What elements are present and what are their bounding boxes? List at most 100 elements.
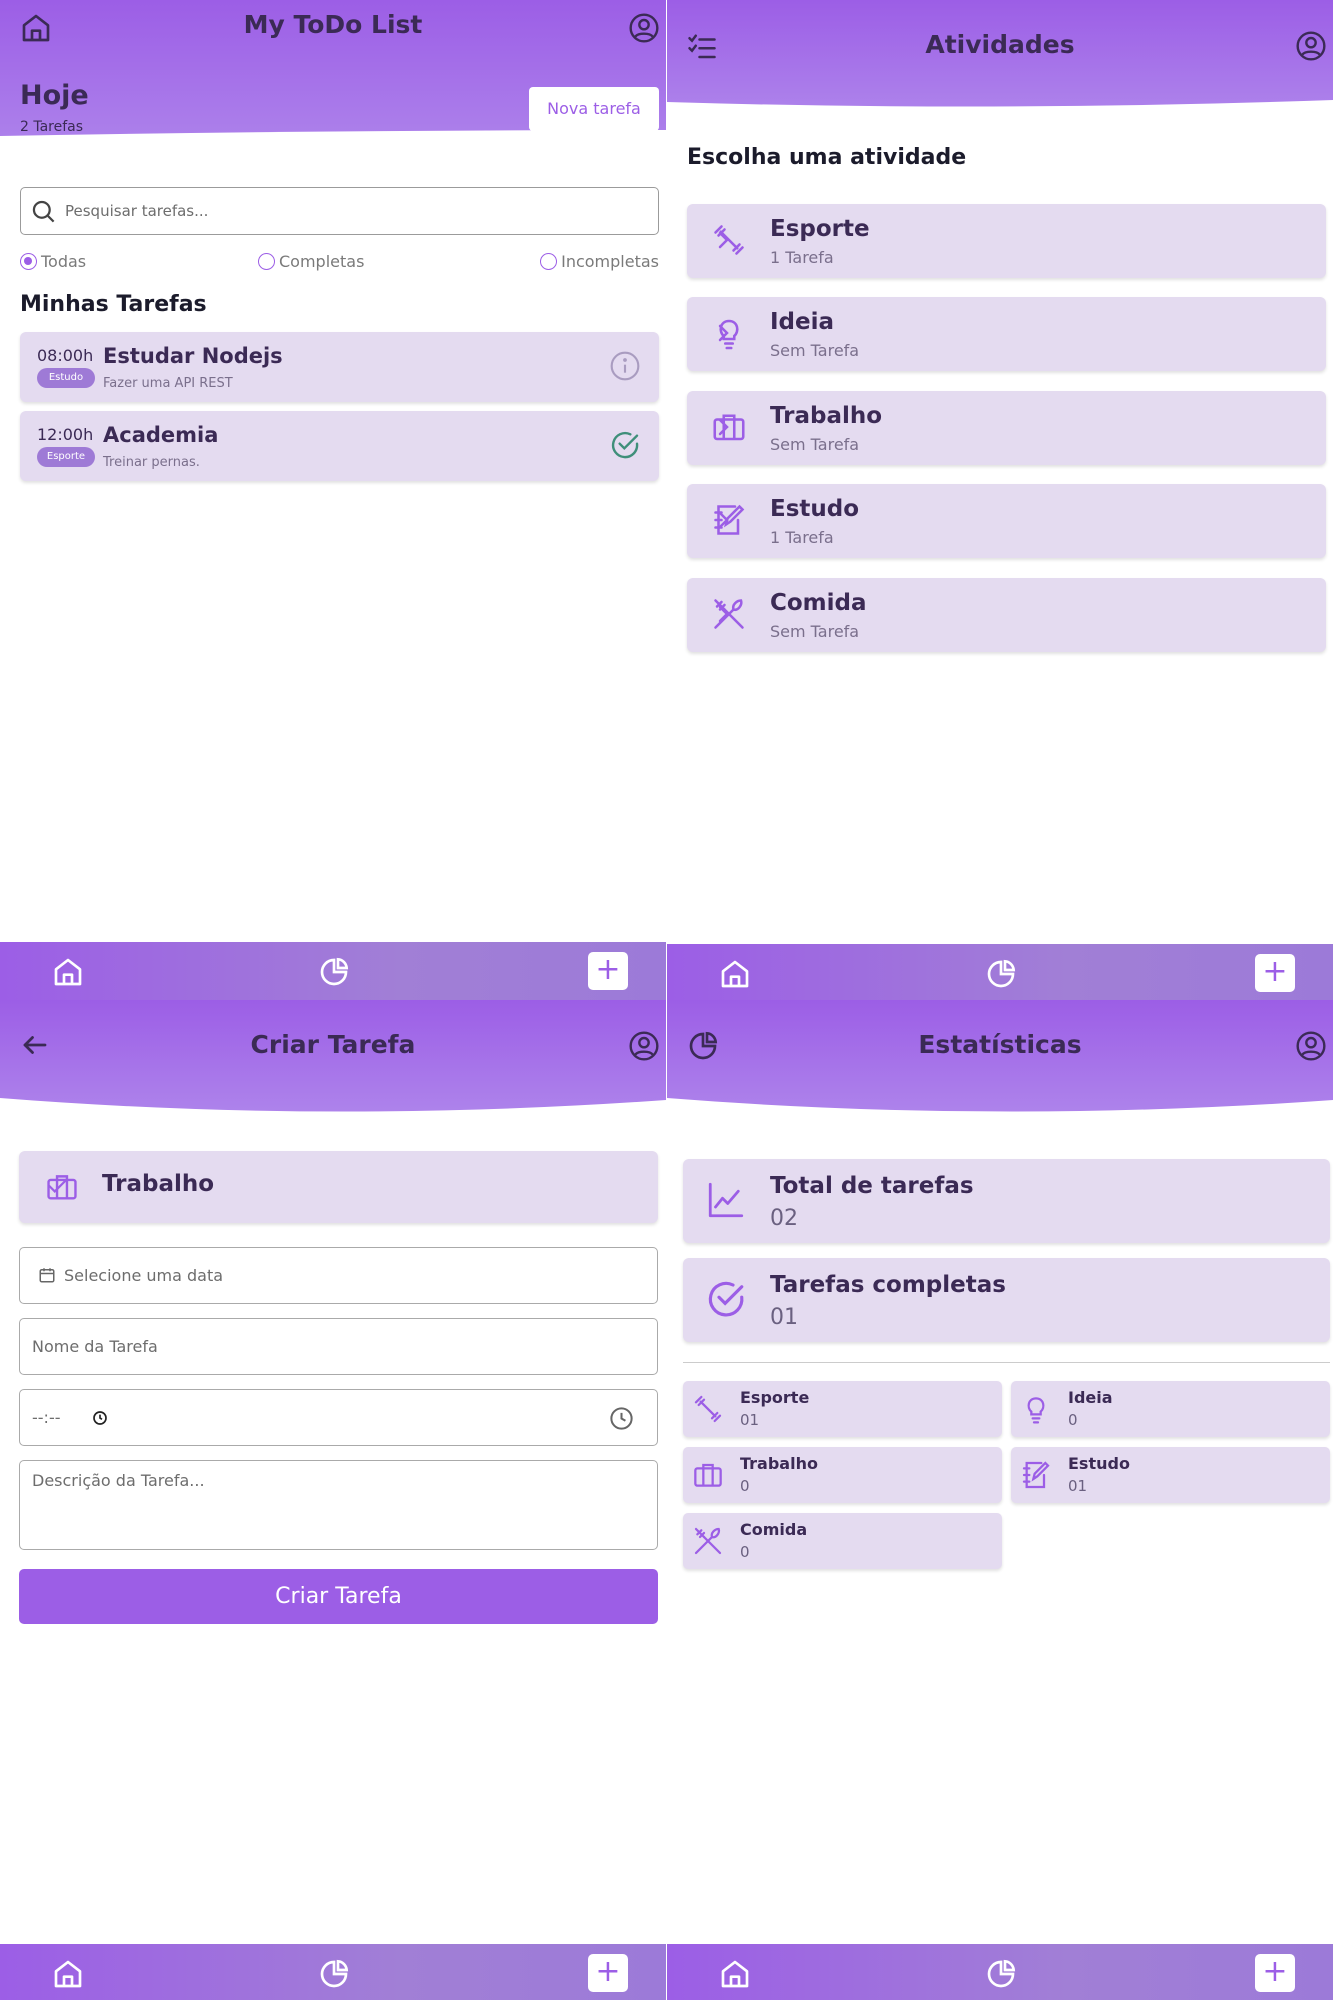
user-icon[interactable] [1295, 1030, 1327, 1062]
stat-category-estudo: Estudo 01 [1011, 1447, 1330, 1503]
chevron-right-icon [711, 321, 1310, 345]
category-value: 01 [1068, 1477, 1088, 1495]
home-screen: My ToDo List Hoje 2 Tarefas Nova tarefa … [0, 0, 666, 1000]
activity-item-comida[interactable]: Comida Sem Tarefa [687, 578, 1326, 652]
search-icon [30, 198, 57, 225]
app-title: My ToDo List [243, 10, 423, 39]
date-field[interactable] [19, 1247, 664, 1304]
header-wave [0, 130, 666, 170]
create-task-button[interactable]: Criar Tarefa [19, 1569, 658, 1624]
radio-selected[interactable] [20, 253, 37, 270]
nav-stats-icon[interactable] [318, 1958, 350, 1990]
selected-category[interactable]: Trabalho [19, 1151, 658, 1223]
check-circle-icon [705, 1278, 747, 1320]
task-name-field[interactable] [19, 1318, 658, 1375]
nav-home-icon[interactable] [719, 1958, 751, 1990]
date-input[interactable] [64, 1248, 664, 1303]
task-name-input[interactable] [32, 1319, 632, 1374]
completed-tasks-card: Tarefas completas 01 [683, 1258, 1330, 1342]
stats-header [667, 1000, 1333, 1128]
bottom-nav: + [0, 1944, 666, 2000]
briefcase-icon [692, 1459, 724, 1491]
create-task-screen: Criar Tarefa Trabalho Criar Tarefa + [0, 1000, 666, 2000]
dumbbell-icon [692, 1393, 724, 1425]
time-input[interactable] [32, 1390, 632, 1445]
utensils-icon [692, 1525, 724, 1557]
header-wave [667, 100, 1333, 128]
task-card[interactable]: 08:00h Estudo Estudar Nodejs Fazer uma A… [20, 332, 659, 402]
search-input[interactable] [65, 198, 625, 224]
filter-completed-label: Completas [279, 252, 365, 271]
activities-header [667, 0, 1333, 128]
filter-all[interactable]: Todas [20, 252, 86, 271]
completed-value: 01 [770, 1305, 798, 1330]
my-tasks-title: Minhas Tarefas [20, 292, 207, 317]
task-time: 12:00h [37, 425, 94, 444]
category-name: Ideia [1068, 1388, 1113, 1407]
nav-home-icon[interactable] [52, 956, 84, 988]
activities-title: Atividades [925, 30, 1075, 59]
chevron-right-icon [711, 228, 1310, 252]
nav-stats-icon[interactable] [985, 958, 1017, 990]
activity-item-trabalho[interactable]: Trabalho Sem Tarefa [687, 391, 1326, 465]
task-tag: Estudo [37, 368, 95, 388]
search-box [20, 187, 659, 235]
task-description: Treinar pernas. [103, 455, 200, 470]
description-field[interactable] [19, 1460, 658, 1550]
nav-home-icon[interactable] [719, 958, 751, 990]
filter-completed[interactable]: Completas [258, 252, 364, 271]
new-task-button[interactable]: Nova tarefa [529, 87, 659, 131]
stat-category-comida: Comida 0 [683, 1513, 1002, 1569]
header-wave [0, 1098, 666, 1128]
clock-icon[interactable] [608, 1405, 635, 1432]
task-card[interactable]: 12:00h Esporte Academia Treinar pernas. [20, 411, 659, 481]
chevron-right-icon [711, 508, 1310, 532]
check-circle-icon[interactable] [609, 429, 641, 461]
header-wave [667, 1098, 1333, 1128]
task-name: Estudar Nodejs [103, 344, 283, 368]
nav-add-button[interactable]: + [1255, 1954, 1295, 1992]
time-field[interactable] [19, 1389, 658, 1446]
filter-incomplete[interactable]: Incompletas [540, 252, 659, 271]
category-value: 0 [740, 1477, 750, 1495]
total-label: Total de tarefas [770, 1173, 974, 1199]
task-name: Academia [103, 423, 219, 447]
activity-item-ideia[interactable]: Ideia Sem Tarefa [687, 297, 1326, 371]
activity-item-estudo[interactable]: Estudo 1 Tarefa [687, 484, 1326, 558]
completed-label: Tarefas completas [770, 1272, 1006, 1298]
user-icon[interactable] [1295, 30, 1327, 62]
activity-item-esporte[interactable]: Esporte 1 Tarefa [687, 204, 1326, 278]
activities-screen: Atividades Escolha uma atividade Esporte… [667, 0, 1333, 1000]
task-count: 2 Tarefas [20, 119, 84, 135]
bottom-nav: + [0, 942, 666, 1000]
category-name: Trabalho [740, 1454, 818, 1473]
nav-add-button[interactable]: + [588, 952, 628, 990]
line-chart-icon [705, 1179, 747, 1221]
nav-add-button[interactable]: + [1255, 954, 1295, 992]
task-tag: Esporte [37, 447, 95, 467]
category-value: 0 [1068, 1411, 1078, 1429]
user-icon[interactable] [628, 12, 660, 44]
info-icon[interactable] [609, 350, 641, 382]
category-name: Estudo [1068, 1454, 1130, 1473]
filter-all-label: Todas [41, 252, 87, 271]
choose-activity-title: Escolha uma atividade [687, 145, 967, 170]
create-title: Criar Tarefa [250, 1030, 416, 1059]
stat-category-ideia: Ideia 0 [1011, 1381, 1330, 1437]
nav-stats-icon[interactable] [318, 956, 350, 988]
category-name: Esporte [740, 1388, 810, 1407]
description-input[interactable] [32, 1471, 632, 1541]
radio-unselected[interactable] [540, 253, 558, 270]
nav-stats-icon[interactable] [985, 1958, 1017, 1990]
category-value: 01 [740, 1411, 760, 1429]
nav-add-button[interactable]: + [588, 1954, 628, 1992]
create-header [0, 1000, 666, 1128]
check-icon [45, 1173, 646, 1199]
bottom-nav: + [667, 944, 1333, 1000]
user-icon[interactable] [628, 1030, 660, 1062]
small-clock-icon [92, 1410, 108, 1426]
radio-unselected[interactable] [258, 253, 275, 270]
category-name: Comida [740, 1520, 808, 1539]
nav-home-icon[interactable] [52, 1958, 84, 1990]
stat-category-esporte: Esporte 01 [683, 1381, 1002, 1437]
